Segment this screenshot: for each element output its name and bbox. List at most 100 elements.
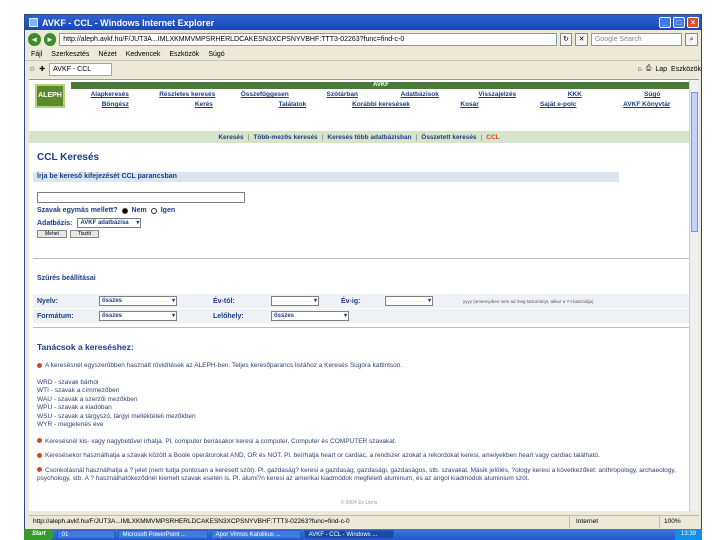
forward-icon[interactable]: ►	[43, 32, 57, 46]
menu-view[interactable]: Nézet	[98, 51, 116, 58]
nav-library[interactable]: AVKF Könyvtár	[602, 100, 691, 110]
submit-button[interactable]: Mehet	[37, 230, 67, 238]
format-select[interactable]: összes	[99, 311, 177, 321]
separator: |	[415, 133, 418, 141]
nav-basic-search[interactable]: Alapkeresés	[71, 90, 149, 100]
year-from-input[interactable]	[271, 296, 319, 306]
refresh-icon[interactable]: ↻	[559, 32, 573, 46]
tips-body: A keresésnél egyszerűbben használt rövid…	[37, 362, 682, 490]
menu-help[interactable]: Súgó	[208, 51, 224, 58]
close-button[interactable]: ×	[687, 17, 699, 28]
tab-multi-database[interactable]: Keresés több adatbázisban	[327, 134, 411, 141]
maximize-button[interactable]: □	[673, 17, 685, 28]
task-apor[interactable]: Apor Vilmos Katolikus ...	[210, 530, 301, 539]
filter-row-2: Formátum: összes Lelőhely: összes	[33, 309, 689, 323]
list-item: WSU - szavak a tárgyszó, tárgyi mellékté…	[37, 412, 196, 420]
menu-bar: Fájl Szerkesztés Nézet Kedvencek Eszközö…	[25, 48, 701, 61]
security-zone: Internet	[569, 516, 659, 528]
nav-e-shelf[interactable]: Saját e-polc	[514, 100, 603, 110]
tab-search[interactable]: Keresés	[218, 134, 243, 141]
location-label: Lelőhely:	[213, 312, 244, 320]
favorites-star-icon[interactable]: ☆	[29, 65, 35, 73]
tip-2: Keresésnél kis- vagy nagybetűvel írhatja…	[37, 438, 682, 447]
ccl-query-input[interactable]	[37, 192, 245, 203]
nav-dictionary[interactable]: Szótárban	[304, 90, 382, 100]
radio-no-label: Nem	[131, 207, 147, 214]
task-powerpoint[interactable]: Microsoft PowerPoint ...	[117, 530, 208, 539]
separator: |	[247, 133, 250, 141]
menu-favorites[interactable]: Kedvencek	[126, 51, 161, 58]
radio-no-adjacent[interactable]	[121, 207, 128, 214]
tab-ccl[interactable]: CCL	[486, 134, 499, 141]
format-label: Formátum:	[37, 312, 74, 320]
main-navigation: Alapkeresés Részletes keresés Összefűgge…	[71, 90, 691, 110]
nav-advanced-search[interactable]: Részletes keresés	[149, 90, 227, 100]
filter-panel: Nyelv: összes Év-tól: Év-ig: yyyy (amenn…	[33, 294, 689, 324]
stop-icon[interactable]: ✕	[575, 32, 588, 46]
scrollbar-thumb[interactable]	[691, 92, 698, 232]
nav-results[interactable]: Találatok	[248, 100, 337, 110]
tip-4-text: Csonkolásnál használhatja a ? jelet (nem…	[37, 466, 676, 483]
bullet-icon	[37, 467, 42, 473]
address-bar[interactable]: http://aleph.avkf.hu/F/JUT3A...IMLXKMMVM…	[59, 32, 557, 46]
print-icon[interactable]: ⎙	[646, 65, 652, 73]
vertical-scrollbar[interactable]	[689, 80, 699, 511]
form-buttons: Mehet Tisztít	[37, 230, 100, 238]
menu-tools[interactable]: Eszközök	[169, 51, 199, 58]
clear-button[interactable]: Tisztít	[69, 230, 100, 238]
year-to-input[interactable]	[385, 296, 433, 306]
tab-multi-field[interactable]: Több-mezős keresés	[253, 134, 317, 141]
database-row: Adatbázis: AVKF adatbázisa	[37, 218, 142, 228]
nav-search[interactable]: Kerés	[160, 100, 249, 110]
search-icon[interactable]: ⌕	[685, 32, 699, 46]
ie-icon	[29, 18, 38, 27]
tip-3: Keresésekor használhatja a szavak között…	[37, 452, 682, 461]
nav-browse[interactable]: Böngész	[71, 100, 160, 110]
nav-help[interactable]: Súgó	[614, 90, 692, 100]
radio-yes-adjacent[interactable]	[150, 207, 157, 214]
list-item: WYR - megjelenés éve	[37, 421, 104, 428]
back-icon[interactable]: ◄	[28, 32, 41, 46]
bullet-icon	[37, 362, 42, 368]
task-ie-active[interactable]: AVKF - CCL - Windows ...	[303, 530, 394, 539]
site-band: AVKF	[71, 82, 691, 89]
filter-title: Szűrés beállításai	[37, 275, 96, 282]
ccl-form: Írja be kereső kifejezését CCL parancsba…	[33, 172, 619, 238]
add-favorite-icon[interactable]: ✚	[39, 65, 45, 73]
language-select[interactable]: összes	[99, 296, 177, 306]
address-row: ◄ ► http://aleph.avkf.hu/F/JUT3A...IMLXK…	[25, 30, 701, 48]
tools-menu[interactable]: Eszközök	[671, 66, 701, 73]
language-label: Nyelv:	[37, 297, 59, 305]
nav-basket[interactable]: Kosár	[425, 100, 514, 110]
minimize-button[interactable]: _	[659, 17, 671, 28]
zoom-level[interactable]: 100%	[659, 516, 699, 528]
browser-window: AVKF - CCL - Windows Internet Explorer _…	[24, 14, 702, 532]
system-clock: 13:39	[674, 529, 702, 540]
page-menu[interactable]: Lap	[655, 66, 667, 73]
tip-2-text: Keresésnél kis- vagy nagybetűvel írhatja…	[45, 437, 397, 445]
abbreviation-list: WRD - szavak bárhol WTI - szavak a címme…	[37, 379, 682, 430]
database-select[interactable]: AVKF adatbázisa	[77, 218, 142, 228]
tab-avkf-ccl[interactable]: AVKF - CCL	[49, 62, 113, 76]
nav-previous-searches[interactable]: Korábbi keresések	[337, 100, 426, 110]
nav-related[interactable]: Összefűggesen	[226, 90, 304, 100]
aleph-logo[interactable]: ALEPH	[35, 84, 65, 108]
start-button[interactable]: Start	[24, 529, 54, 540]
tab-row: ☆ ✚ AVKF - CCL ⌂ ⎙ Lap Eszközök	[25, 61, 701, 77]
menu-edit[interactable]: Szerkesztés	[51, 51, 89, 58]
list-item: WAU - szavak a szerzői mezőkben	[37, 395, 138, 403]
tip-1-text: A keresésnél egyszerűbben használt rövid…	[45, 362, 403, 369]
list-item: WPU - szavak a kiadóban	[37, 404, 112, 411]
nav-faq[interactable]: KKK	[536, 90, 614, 100]
radio-yes-label: Igen	[160, 207, 176, 214]
nav-databases[interactable]: Adatbázisok	[381, 90, 459, 100]
nav-feedback[interactable]: Visszajelzés	[459, 90, 537, 100]
menu-file[interactable]: Fájl	[31, 51, 42, 58]
home-icon[interactable]: ⌂	[638, 66, 642, 73]
task-folder[interactable]: 01	[56, 530, 115, 539]
search-input[interactable]: Google Search	[590, 32, 683, 46]
tab-complex-search[interactable]: Összetett keresés	[421, 134, 476, 141]
divider	[33, 327, 689, 328]
location-select[interactable]: összes	[271, 311, 349, 321]
tip-4: Csonkolásnál használhatja a ? jelet (nem…	[37, 467, 682, 484]
